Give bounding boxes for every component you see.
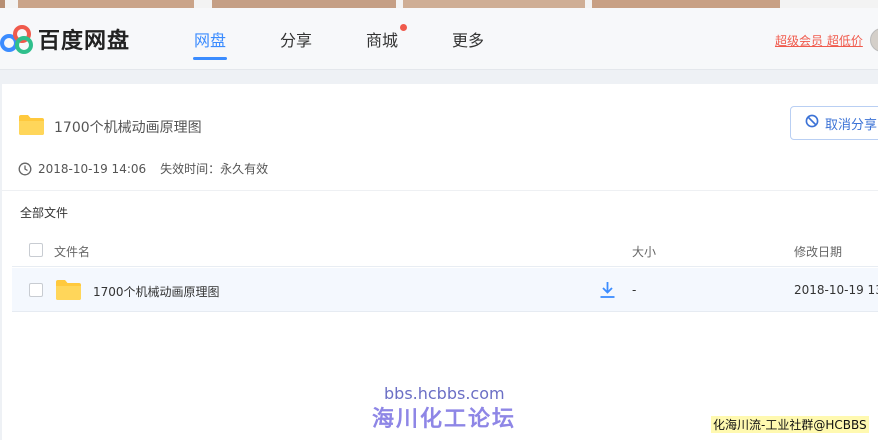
brand-name: 百度网盘 xyxy=(38,29,131,54)
share-title: 1700个机械动画原理图 xyxy=(54,120,202,136)
column-modified-header[interactable]: 修改日期 xyxy=(794,243,842,260)
nav-tab-netdisk[interactable]: 网盘 xyxy=(186,8,234,70)
top-banner-strip xyxy=(0,0,878,8)
folder-icon xyxy=(55,279,82,304)
column-size-header[interactable]: 大小 xyxy=(632,243,656,260)
nav-tab-more[interactable]: 更多 xyxy=(444,8,492,70)
ban-icon xyxy=(805,114,819,132)
brand-logo[interactable]: 百度网盘 xyxy=(0,24,130,54)
file-name[interactable]: 1700个机械动画原理图 xyxy=(93,283,220,300)
cancel-share-label: 取消分享 xyxy=(825,117,878,133)
column-name-header[interactable]: 文件名 xyxy=(54,243,90,260)
cancel-share-button[interactable]: 取消分享 xyxy=(790,106,878,140)
nav-tab-share[interactable]: 分享 xyxy=(272,8,320,70)
file-table-header: 文件名 大小 修改日期 xyxy=(12,234,878,267)
nav-tab-mall[interactable]: 商城 xyxy=(358,8,407,70)
share-expiry: 失效时间：永久有效 xyxy=(160,162,269,176)
file-size: - xyxy=(632,283,637,297)
watermark-corner-tag: 化海川流-工业社群@HCBBS xyxy=(711,416,869,433)
row-checkbox[interactable] xyxy=(29,283,43,297)
nav-tab-label: 分享 xyxy=(279,31,312,50)
clock-icon xyxy=(18,162,32,176)
vip-promo-link[interactable]: 超级会员 超低价 xyxy=(775,32,863,49)
table-row[interactable]: 1700个机械动画原理图 - 2018-10-19 13:5 xyxy=(12,268,878,312)
watermark-forum-name: 海川化工论坛 xyxy=(372,407,517,432)
avatar[interactable] xyxy=(870,28,878,52)
top-header: 百度网盘 网盘 分享 商城 更多 超级会员 超低价 xyxy=(0,8,878,70)
folder-icon xyxy=(18,114,45,140)
nav-tab-label: 更多 xyxy=(451,31,484,50)
share-date: 2018-10-19 14:06 xyxy=(38,161,147,176)
breadcrumb[interactable]: 全部文件 xyxy=(20,204,68,221)
notification-dot xyxy=(400,24,407,31)
share-meta: 2018-10-19 14:06 失效时间：永久有效 xyxy=(18,160,268,177)
nav-tab-label: 网盘 xyxy=(193,31,226,50)
baidu-netdisk-logo-icon xyxy=(0,24,34,54)
file-modified: 2018-10-19 13:5 xyxy=(794,283,878,297)
share-title-row: 1700个机械动画原理图 xyxy=(18,114,202,140)
select-all-checkbox[interactable] xyxy=(29,243,43,257)
download-icon[interactable] xyxy=(599,281,616,302)
divider xyxy=(2,190,878,191)
active-tab-indicator xyxy=(193,57,227,60)
nav-tab-label: 商城 xyxy=(365,31,398,50)
